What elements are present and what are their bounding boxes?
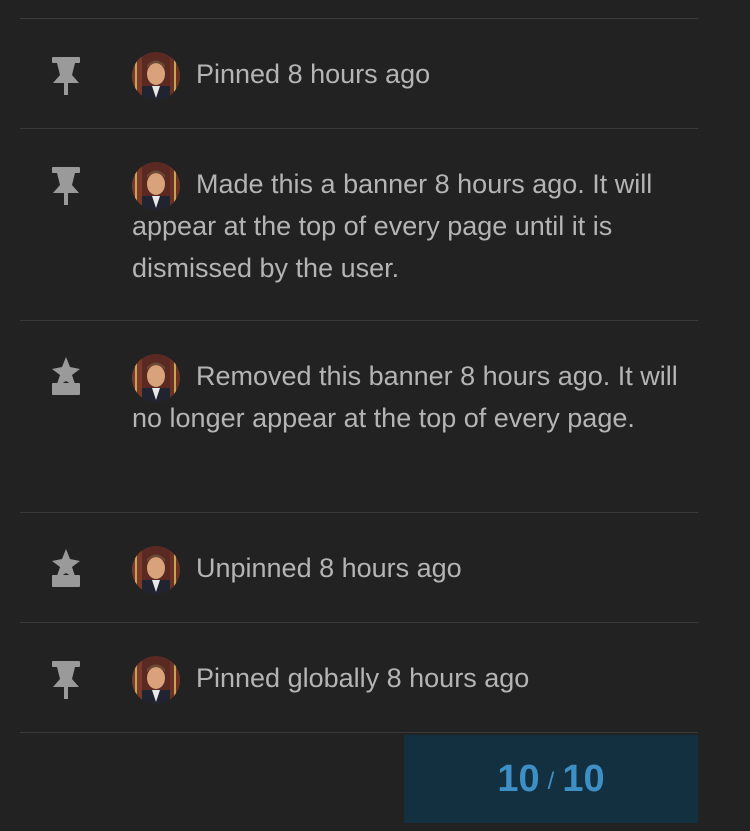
total-post-count: 10 xyxy=(562,757,605,800)
small-action-description: Pinned globally 8 hours ago xyxy=(196,663,530,693)
small-action-post: Pinned 8 hours ago xyxy=(20,19,698,129)
small-action-post: Unpinned 8 hours ago xyxy=(20,513,698,623)
divider xyxy=(20,0,698,19)
current-post-number: 10 xyxy=(497,757,540,800)
unpin-icon xyxy=(46,547,86,591)
pin-icon xyxy=(46,53,86,97)
pin-icon xyxy=(46,657,86,701)
small-action-description: Unpinned 8 hours ago xyxy=(196,553,462,583)
small-action-description: Made this a banner 8 hours ago. It will … xyxy=(132,169,653,283)
small-action-description: Pinned 8 hours ago xyxy=(196,59,431,89)
small-action-post: Pinned globally 8 hours ago xyxy=(20,623,698,733)
small-action-post: Removed this banner 8 hours ago. It will… xyxy=(20,321,698,513)
unpin-icon xyxy=(46,355,86,399)
small-action-post: Made this a banner 8 hours ago. It will … xyxy=(20,129,698,321)
pin-icon xyxy=(46,163,86,207)
counter-separator: / xyxy=(547,768,555,795)
topic-timeline-page: Pinned 8 hours ago Made this a banner 8 … xyxy=(0,0,750,831)
small-action-list: Pinned 8 hours ago Made this a banner 8 … xyxy=(20,0,698,733)
post-progress-counter[interactable]: 10 / 10 xyxy=(404,735,698,823)
small-action-description: Removed this banner 8 hours ago. It will… xyxy=(132,361,678,433)
